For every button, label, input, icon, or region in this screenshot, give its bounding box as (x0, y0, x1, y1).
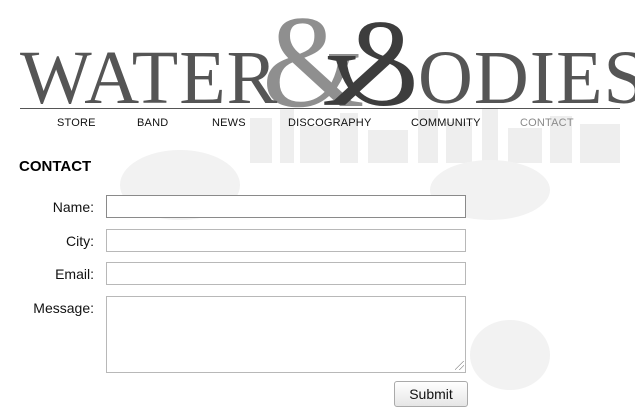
site-logo[interactable]: & & WATER ODIES (0, 0, 635, 132)
nav-item-contact[interactable]: CONTACT (520, 117, 574, 129)
message-label: Message: (33, 300, 94, 316)
page-title: CONTACT (19, 158, 92, 175)
nav-item-band[interactable]: BAND (137, 117, 168, 129)
name-label: Name: (52, 199, 94, 215)
city-input[interactable] (106, 229, 466, 252)
main-nav: STORE BAND NEWS DISCOGRAPHY COMMUNITY CO… (0, 117, 635, 131)
submit-button[interactable]: Submit (394, 381, 468, 407)
nav-item-news[interactable]: NEWS (212, 117, 246, 129)
nav-item-store[interactable]: STORE (57, 117, 96, 129)
name-input[interactable] (106, 195, 466, 218)
email-label: Email: (55, 266, 94, 282)
message-textarea[interactable] (106, 296, 466, 373)
header-divider (20, 108, 620, 109)
nav-item-community[interactable]: COMMUNITY (411, 117, 481, 129)
email-input[interactable] (106, 262, 466, 285)
background-figure (470, 320, 550, 390)
city-label: City: (66, 233, 94, 249)
textarea-resize-grip[interactable] (455, 361, 464, 370)
nav-item-discography[interactable]: DISCOGRAPHY (288, 117, 372, 129)
logo-word-right: ODIES (418, 36, 635, 120)
logo-word-left: WATER (20, 36, 279, 120)
